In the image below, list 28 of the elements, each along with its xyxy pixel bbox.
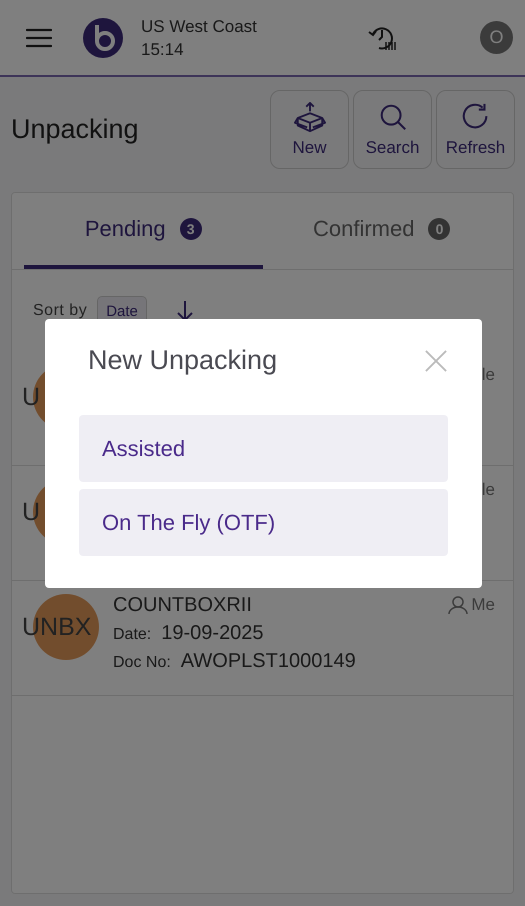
refresh-button[interactable]: Refresh — [436, 90, 515, 169]
owner-label: le — [482, 480, 495, 500]
doc-value: AWOPLST1000149 — [180, 650, 356, 673]
count-badge: 3 — [180, 218, 202, 240]
item-name: COUNTBOXRII — [113, 594, 253, 617]
date-value: 19-09-2025 — [161, 622, 264, 645]
user-avatar[interactable]: O — [480, 21, 513, 54]
location-name: US West Coast — [141, 16, 258, 38]
person-icon — [448, 595, 468, 615]
logo-icon — [83, 18, 123, 58]
owner-label: Me — [471, 595, 495, 615]
menu-icon[interactable] — [26, 28, 52, 48]
dialog-title: New Unpacking — [88, 345, 278, 376]
clock-time: 15:14 — [141, 38, 185, 60]
sort-label: Sort by — [33, 302, 88, 320]
count-badge: 0 — [428, 218, 450, 240]
new-button[interactable]: New — [270, 90, 349, 169]
search-button[interactable]: Search — [353, 90, 432, 169]
option-button[interactable]: Assisted — [79, 415, 448, 482]
tab[interactable]: Pending 3 — [24, 193, 262, 269]
page-title: Unpacking — [11, 114, 139, 145]
date-label: Date: — [113, 626, 152, 644]
doc-label: Doc No: — [113, 654, 171, 672]
owner-label: le — [482, 365, 495, 385]
sort-direction-icon[interactable] — [174, 300, 195, 322]
option-button[interactable]: On The Fly (OTF) — [79, 489, 448, 556]
box-icon — [294, 102, 326, 134]
tab[interactable]: Confirmed 0 — [262, 193, 501, 269]
